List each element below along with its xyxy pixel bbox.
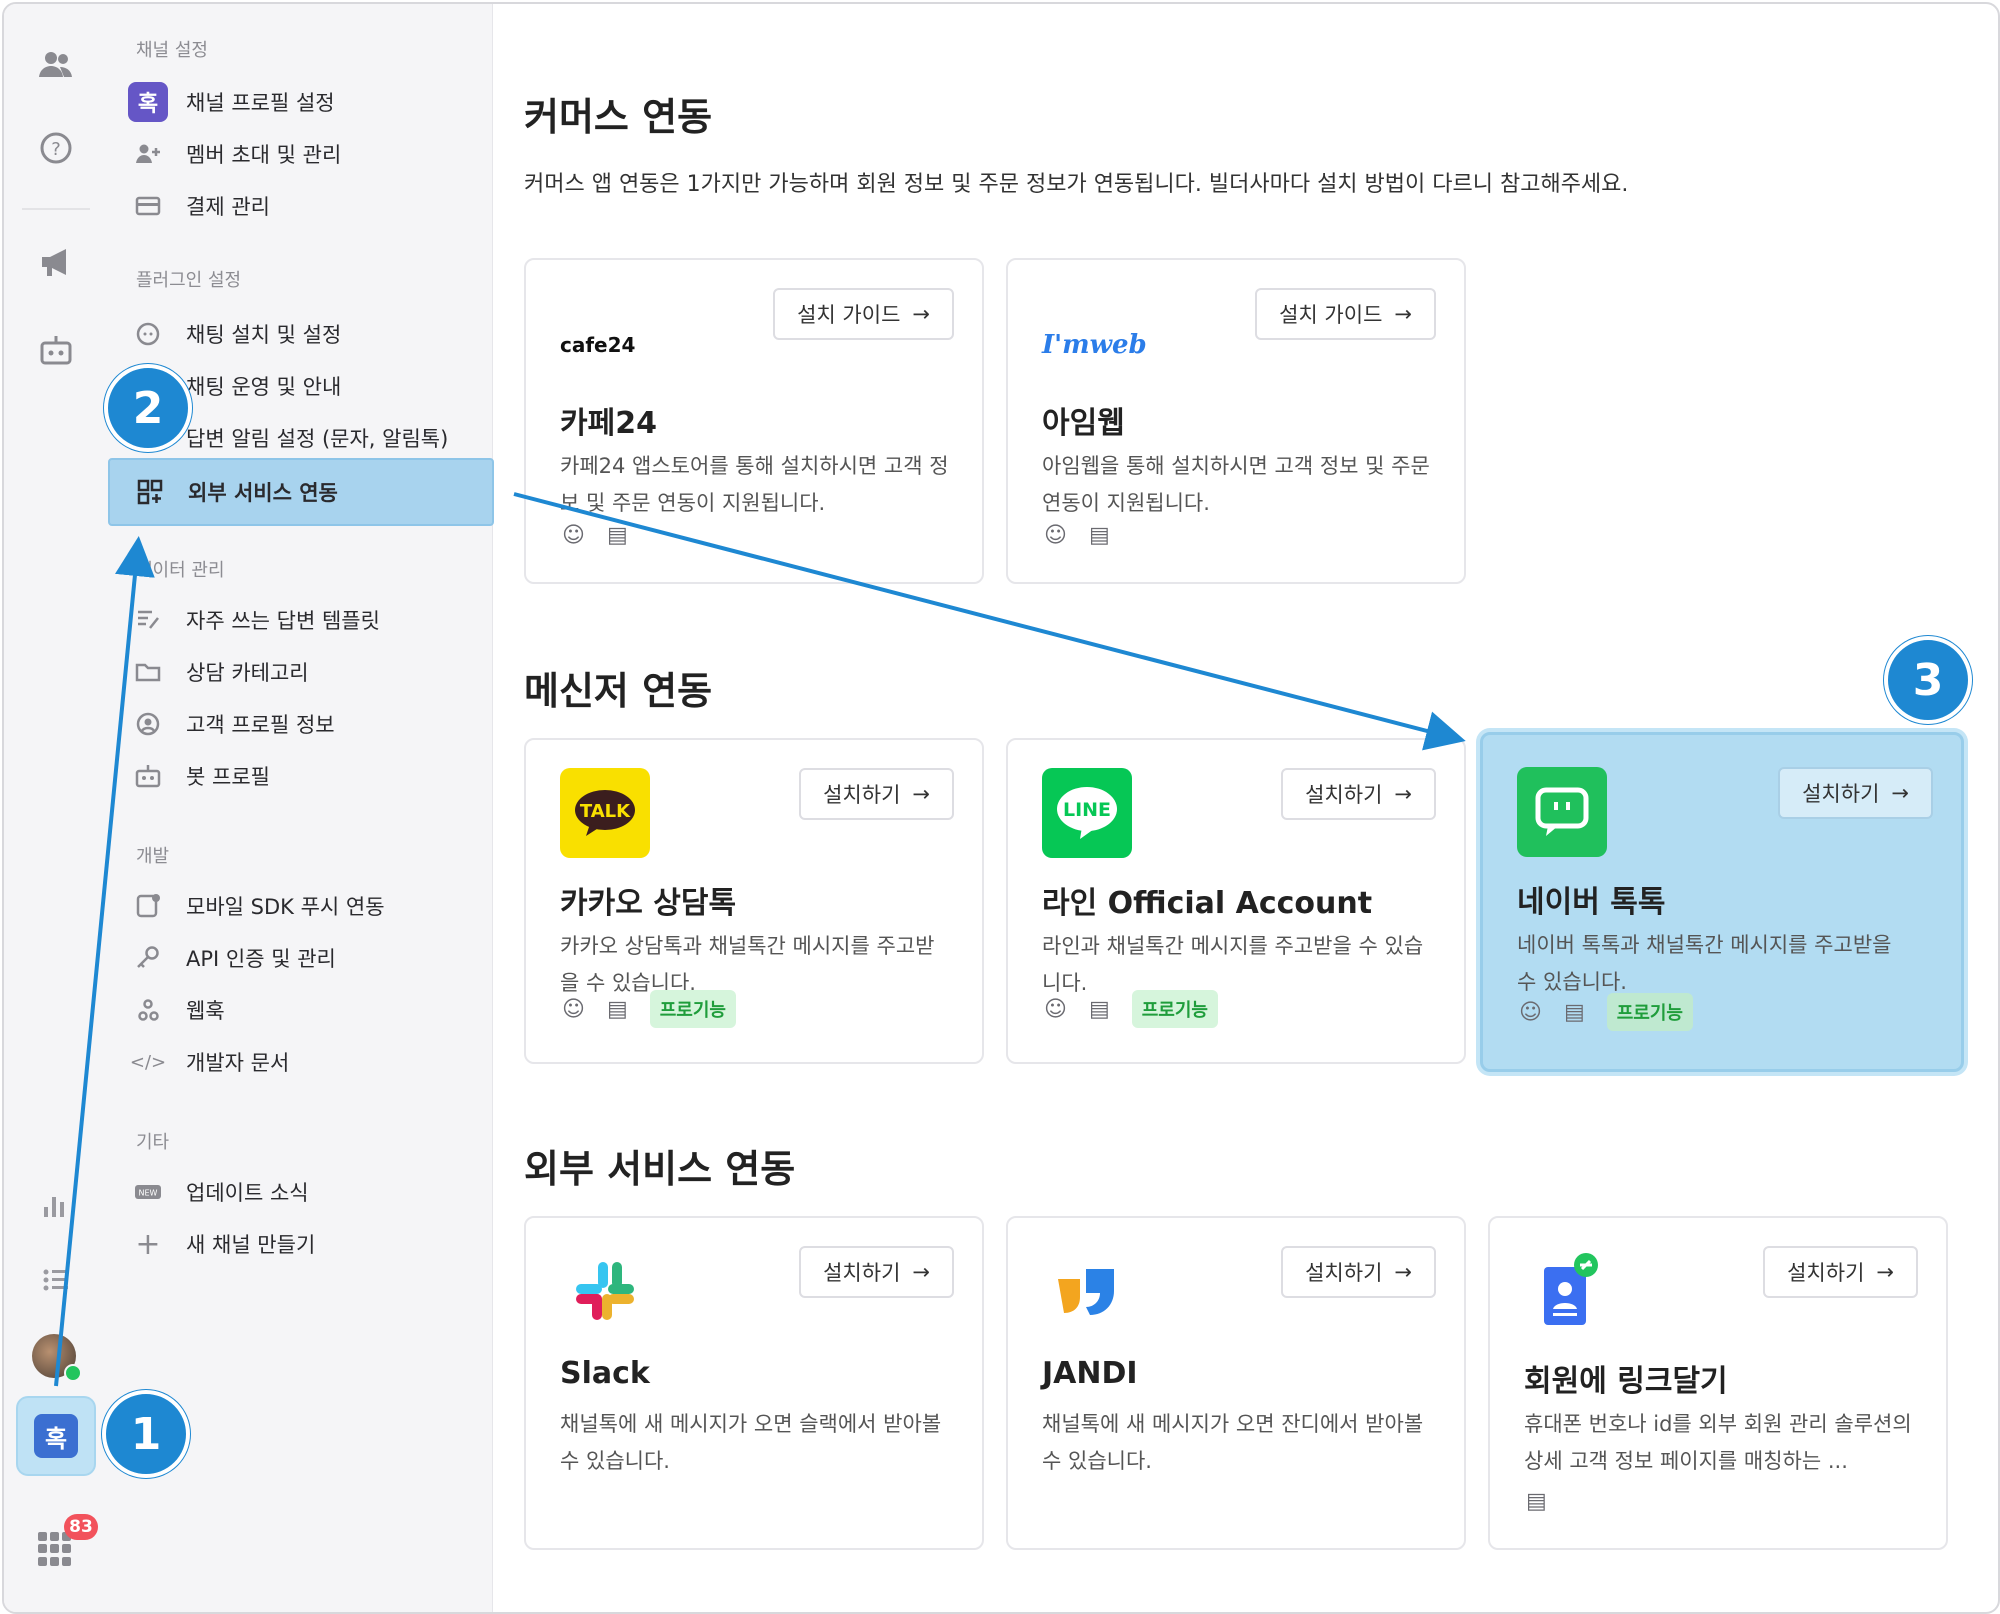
app-window: ? 혹 83 채널 설정 혹 채널 프로필 설정 멤버 초대 및 관리 결제 관… xyxy=(2,2,2000,1614)
arrow-step2-to-step3 xyxy=(513,492,1466,751)
annotation-step-1: 1 xyxy=(102,1390,190,1478)
annotation-step-3: 3 xyxy=(1884,636,1972,724)
arrow-step1-to-step2 xyxy=(54,536,155,1387)
annotation-step-2: 2 xyxy=(104,364,192,452)
annotation-arrows xyxy=(54,492,1466,1387)
